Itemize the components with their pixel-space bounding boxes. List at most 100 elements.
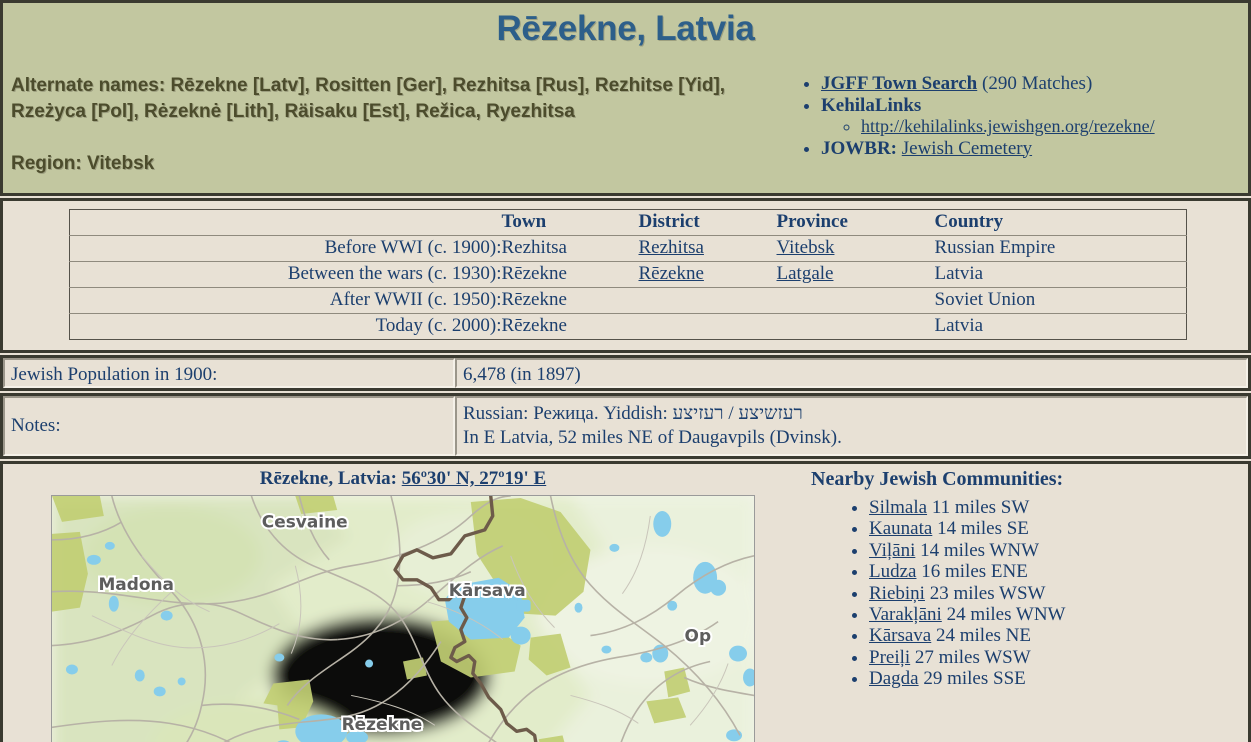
kehilalinks-sublist: http://kehilalinks.jewishgen.org/rezekne… <box>821 116 1248 138</box>
alternate-names-line: Alternate names: Rēzekne [Latv], Rositte… <box>11 73 793 125</box>
notes-line-2: In E Latvia, 52 miles NE of Daugavpils (… <box>463 426 1240 450</box>
district-cell <box>639 288 777 314</box>
list-item: Kaunata 14 miles SE <box>869 518 1248 539</box>
column-header-province: Province <box>777 210 935 236</box>
period-label: Before WWI (c. 1900): <box>70 236 502 262</box>
jowbr-cemetery-link[interactable]: Jewish Cemetery <box>902 138 1032 159</box>
nearby-community-link[interactable]: Silmala <box>869 497 927 518</box>
period-label: After WWII (c. 1950): <box>70 288 502 314</box>
map-section-block: Rēzekne, Latvia: 56º30' N, 27º19' E <box>0 461 1251 742</box>
notes-label: Notes: <box>3 396 455 456</box>
period-label: Today (c. 2000): <box>70 314 502 340</box>
district-cell: Rēzekne <box>639 262 777 288</box>
header-columns: Alternate names: Rēzekne [Latv], Rositte… <box>3 73 1248 177</box>
region-line: Region: Vitebsk <box>11 151 793 177</box>
list-item: Kārsava 24 miles NE <box>869 625 1248 646</box>
population-value: 6,478 (in 1897) <box>455 358 1248 388</box>
list-item: Dagda 29 miles SSE <box>869 668 1248 689</box>
nearby-community-link[interactable]: Viļāni <box>869 540 915 561</box>
map-column: Rēzekne, Latvia: 56º30' N, 27º19' E <box>3 468 803 742</box>
link-item-kehilalinks: KehilaLinks http://kehilalinks.jewishgen… <box>821 95 1248 138</box>
district-cell: Rezhitsa <box>639 236 777 262</box>
jgff-town-search-link[interactable]: JGFF Town Search <box>821 73 977 94</box>
column-header-country: Country <box>935 210 1187 236</box>
notes-value: Russian: Режица. Yiddish: רעזשיצע / רעזי… <box>455 396 1248 456</box>
nearby-community-link[interactable]: Preiļi <box>869 647 910 668</box>
nearby-community-distance: 14 miles WNW <box>915 540 1039 561</box>
nearby-community-link[interactable]: Ludza <box>869 561 916 582</box>
table-row: Before WWI (c. 1900):RezhitsaRezhitsaVit… <box>70 236 1187 262</box>
list-item: Varakļāni 24 miles WNW <box>869 604 1248 625</box>
country-cell: Latvia <box>935 262 1187 288</box>
page-header: Rēzekne, Latvia Alternate names: Rēzekne… <box>0 0 1251 196</box>
map-image[interactable]: CesvaineCesvaineMadonaMadonaKārsavaKārsa… <box>51 495 755 742</box>
town-cell: Rēzekne <box>502 314 639 340</box>
map-label-madona: Madona <box>98 574 174 594</box>
jowbr-label: JOWBR: <box>821 138 897 159</box>
list-item: Silmala 11 miles SW <box>869 497 1248 518</box>
nearby-community-distance: 23 miles WSW <box>925 583 1046 604</box>
province-cell <box>777 314 935 340</box>
header-links-list: JGFF Town Search (290 Matches) KehilaLin… <box>793 73 1248 159</box>
notes-line-1: Russian: Режица. Yiddish: רעזשיצע / רעזי… <box>463 402 1240 426</box>
nearby-communities-title: Nearby Jewish Communities: <box>811 468 1248 491</box>
column-header-blank <box>70 210 502 236</box>
history-section: TownDistrictProvinceCountryBefore WWI (c… <box>0 198 1251 353</box>
table-row: Between the wars (c. 1930):RēzekneRēzekn… <box>70 262 1187 288</box>
map-label-rēzekne: Rēzekne <box>342 714 423 734</box>
table-row: After WWII (c. 1950):Rēzekne Soviet Unio… <box>70 288 1187 314</box>
map-label-cesvaine: Cesvaine <box>262 511 348 531</box>
list-item: Riebiņi 23 miles WSW <box>869 583 1248 604</box>
period-label: Between the wars (c. 1930): <box>70 262 502 288</box>
nearby-community-link[interactable]: Kaunata <box>869 518 932 539</box>
district-cell-link[interactable]: Rēzekne <box>639 263 704 284</box>
alternate-names-label: Alternate names: <box>11 75 165 96</box>
map-coordinates-link[interactable]: 56º30' N, 27º19' E <box>402 468 547 489</box>
map-caption: Rēzekne, Latvia: 56º30' N, 27º19' E <box>3 468 803 490</box>
nearby-community-distance: 29 miles SSE <box>919 668 1026 689</box>
town-cell: Rēzekne <box>502 288 639 314</box>
link-item-jgff: JGFF Town Search (290 Matches) <box>821 73 1248 95</box>
population-row: Jewish Population in 1900: 6,478 (in 189… <box>3 358 1248 388</box>
header-info-block: Alternate names: Rēzekne [Latv], Rositte… <box>3 73 793 177</box>
list-item: Viļāni 14 miles WNW <box>869 540 1248 561</box>
nearby-title-text: Nearby Jewish Communities <box>811 468 1057 490</box>
town-page: Rēzekne, Latvia Alternate names: Rēzekne… <box>0 0 1251 742</box>
link-item-jowbr: JOWBR: Jewish Cemetery <box>821 138 1248 160</box>
notes-row: Notes: Russian: Режица. Yiddish: רעזשיצע… <box>3 396 1248 456</box>
kehilalinks-url-link[interactable]: http://kehilalinks.jewishgen.org/rezekne… <box>861 116 1155 136</box>
province-cell-link[interactable]: Vitebsk <box>777 237 835 258</box>
list-item: Ludza 16 miles ENE <box>869 561 1248 582</box>
link-item-kehilalinks-url: http://kehilalinks.jewishgen.org/rezekne… <box>861 116 1248 138</box>
nearby-community-distance: 14 miles SE <box>932 518 1029 539</box>
country-cell: Latvia <box>935 314 1187 340</box>
administrative-history-table: TownDistrictProvinceCountryBefore WWI (c… <box>69 209 1187 340</box>
country-cell: Russian Empire <box>935 236 1187 262</box>
population-label: Jewish Population in 1900: <box>3 358 455 388</box>
province-cell: Vitebsk <box>777 236 935 262</box>
nearby-community-distance: 16 miles ENE <box>916 561 1027 582</box>
header-links-block: JGFF Town Search (290 Matches) KehilaLin… <box>793 73 1248 177</box>
notes-line-1-prefix: Russian: Режица. Yiddish: <box>463 403 668 424</box>
nearby-community-distance: 24 miles WNW <box>942 604 1066 625</box>
nearby-communities-list: Silmala 11 miles SWKaunata 14 miles SEVi… <box>811 497 1248 690</box>
nearby-community-distance: 27 miles WSW <box>910 647 1031 668</box>
page-title: Rēzekne, Latvia <box>3 3 1248 49</box>
district-cell-link[interactable]: Rezhitsa <box>639 237 704 258</box>
nearby-community-link[interactable]: Varakļāni <box>869 604 942 625</box>
nearby-community-link[interactable]: Riebiņi <box>869 583 925 604</box>
table-row: Today (c. 2000):Rēzekne Latvia <box>70 314 1187 340</box>
map-label-kārsava: Kārsava <box>449 580 526 600</box>
province-cell <box>777 288 935 314</box>
column-header-district: District <box>639 210 777 236</box>
district-cell <box>639 314 777 340</box>
province-cell: Latgale <box>777 262 935 288</box>
nearby-community-link[interactable]: Kārsava <box>869 625 931 646</box>
nearby-community-distance: 24 miles NE <box>931 625 1031 646</box>
notes-yiddish-names: רעזשיצע / רעזיצע <box>673 403 803 424</box>
table-header-row: TownDistrictProvinceCountry <box>70 210 1187 236</box>
nearby-community-link[interactable]: Dagda <box>869 668 919 689</box>
nearby-communities-column: Nearby Jewish Communities: Silmala 11 mi… <box>803 468 1248 742</box>
province-cell-link[interactable]: Latgale <box>777 263 834 284</box>
jgff-match-count: (290 Matches) <box>982 73 1092 94</box>
